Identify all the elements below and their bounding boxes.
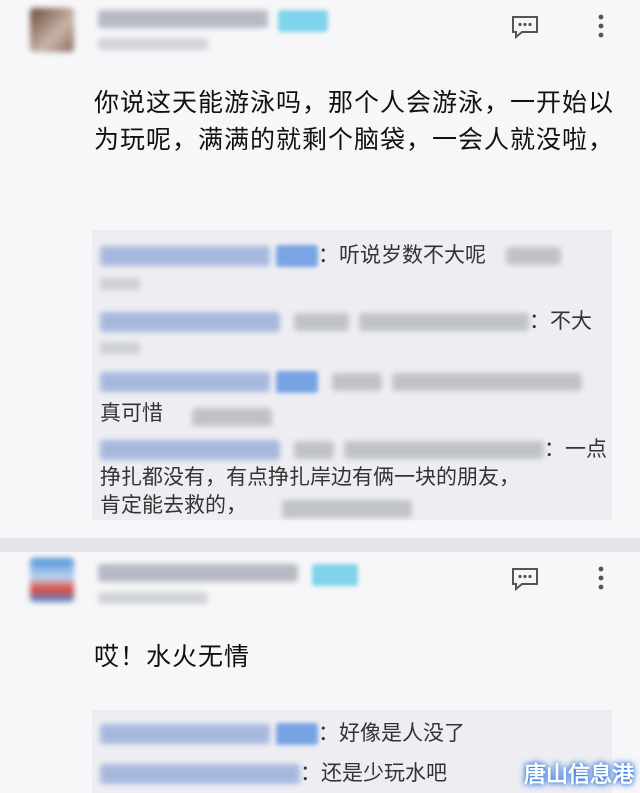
reply-text: ：还是少玩水吧	[300, 761, 447, 785]
reply-item[interactable]: ：好像是人没了	[100, 718, 465, 748]
watermark: 唐山信息港	[523, 763, 634, 788]
avatar[interactable]	[30, 8, 74, 52]
comment-text: 你说这天能游泳吗，那个人会游泳，一开始以为玩呢，满满的就剩个脑袋，一会人就没啦，	[94, 88, 615, 154]
reply-item[interactable]	[100, 366, 582, 396]
user-badge	[312, 564, 358, 586]
reply-text: 真可惜	[100, 401, 163, 425]
reply-text: ：一点	[544, 437, 607, 461]
reply-text: ：不大	[529, 309, 592, 333]
reply-text: 肯定能去救的，	[100, 493, 247, 517]
user-badge	[278, 10, 328, 32]
reply-item[interactable]: ：听说岁数不大呢	[100, 240, 561, 270]
username[interactable]	[98, 564, 298, 582]
reply-text: ：好像是人没了	[318, 721, 465, 745]
comment-text: 哎！水火无情	[94, 642, 251, 671]
username[interactable]	[98, 10, 268, 28]
more-vert-icon[interactable]	[595, 12, 607, 40]
comment-icon[interactable]	[510, 566, 540, 592]
comment-card: 你说这天能游泳吗，那个人会游泳，一开始以为玩呢，满满的就剩个脑袋，一会人就没啦，…	[0, 0, 640, 530]
reply-text: 挣扎都没有，有点挣扎岸边有俩一块的朋友，	[100, 465, 520, 489]
divider	[0, 538, 640, 552]
more-vert-icon[interactable]	[595, 564, 607, 592]
avatar[interactable]	[30, 558, 74, 602]
comment-meta	[98, 592, 208, 604]
comment-card: 哎！水火无情 ：好像是人没了 ：还是少玩水吧 唐山信息港	[0, 552, 640, 793]
comment-meta	[98, 38, 208, 50]
reply-item[interactable]: ：不大	[100, 306, 592, 336]
reply-item[interactable]: ：还是少玩水吧	[100, 758, 447, 788]
reply-item[interactable]: ：一点	[100, 434, 607, 464]
reply-text: ：听说岁数不大呢	[318, 243, 486, 267]
reply-list: ：听说岁数不大呢 ：不大 真可惜 ：一点 挣扎都没有，有点挣扎岸边有俩一块的朋友…	[92, 230, 612, 520]
comment-icon[interactable]	[510, 14, 540, 40]
